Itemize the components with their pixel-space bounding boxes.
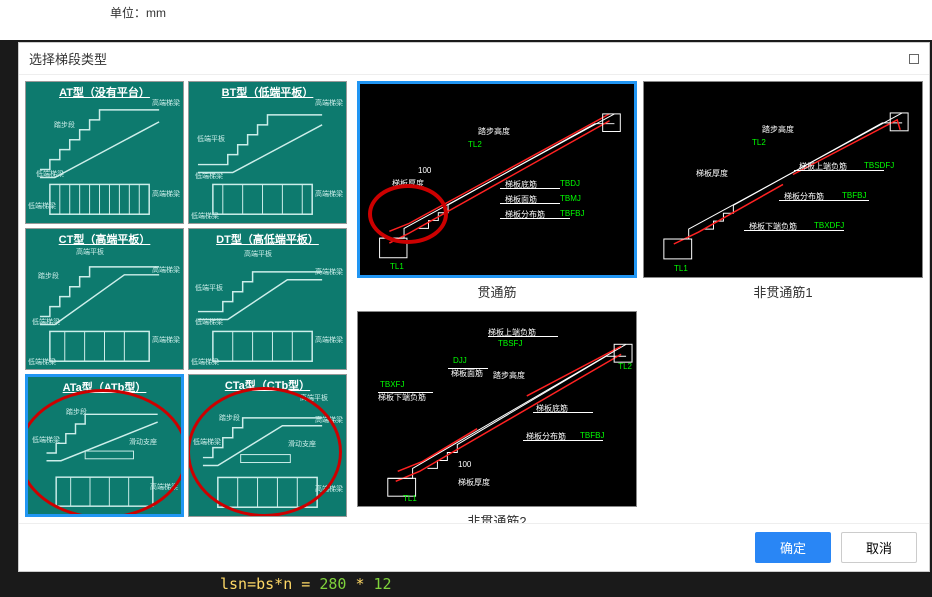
detail-label: 非贯通筋2 [463,507,530,523]
maximize-icon[interactable] [909,54,919,64]
card-title: CTa型（CTb型） [189,375,346,395]
stair-type-ct[interactable]: CT型（高端平板） 高端平板 踏步段 高端梯梁 低端梯梁 低端梯梁 高端梯梁 [25,228,184,371]
stair-sketch-dt [193,247,342,366]
stair-type-dt[interactable]: DT型（高低端平板） 高端平板 低端平板 高端梯梁 低端梯梁 低端梯梁 高端梯梁 [188,228,347,371]
detail-non-through-2[interactable]: 梯板上端负筋 TBSFJ DJJ 梯板面筋 踏步高度 TBXFJ 梯板下端负筋 … [357,311,637,523]
stair-type-grid: AT型（没有平台） 高端梯梁 踏步段 低端梯梁 低端梯梁 高端梯梁 [25,81,347,517]
stair-sketch-cta [193,393,342,512]
background-toolbar: 单位：mm [0,0,932,40]
stair-sketch-ata [32,395,177,511]
detail-svg [358,312,636,506]
card-title: DT型（高低端平板） [189,229,346,249]
select-stair-type-dialog: 选择梯段类型 AT型（没有平台） 高端梯梁 踏步段 低端梯 [18,42,930,572]
detail-non-through-1[interactable]: 踏步高度 TL2 梯板厚度 梯板上端负筋 TBSDFJ 梯板分布筋 TBFBJ … [643,81,923,305]
detail-diagram: 梯板上端负筋 TBSFJ DJJ 梯板面筋 踏步高度 TBXFJ 梯板下端负筋 … [357,311,637,507]
detail-label: 非贯通筋1 [749,278,816,305]
detail-svg [644,82,922,277]
detail-diagram: 踏步高度 TL2 梯板厚度 梯板上端负筋 TBSDFJ 梯板分布筋 TBFBJ … [643,81,923,278]
code-line: lsn=bs*n = 280 * 12 [220,575,392,593]
dialog-footer: 确定 取消 [19,523,929,571]
card-title: CT型（高端平板） [26,229,183,249]
ok-button[interactable]: 确定 [755,532,831,563]
detail-through-rebar[interactable]: 踏步高度 TL2 100 梯板厚度 梯板底筋 TBDJ 梯板面筋 TBMJ 梯板… [357,81,637,305]
stair-type-cta[interactable]: CTa型（CTb型） 高端平板 踏步段 高端梯梁 低端梯梁 滑动支座 高端梯梁 [188,374,347,517]
detail-diagram: 踏步高度 TL2 100 梯板厚度 梯板底筋 TBDJ 梯板面筋 TBMJ 梯板… [357,81,637,278]
stair-sketch-bt [193,100,342,219]
cancel-button[interactable]: 取消 [841,532,917,563]
dialog-title-text: 选择梯段类型 [29,49,107,68]
unit-label: 单位：mm [110,6,166,20]
stair-type-at[interactable]: AT型（没有平台） 高端梯梁 踏步段 低端梯梁 低端梯梁 高端梯梁 [25,81,184,224]
stair-type-ata[interactable]: ATa型（ATb型） 踏步段 低端梯梁 滑动支座 高端梯梁 [25,374,184,517]
card-title: ATa型（ATb型） [28,377,181,397]
detail-label: 贯通筋 [473,278,520,305]
dialog-body: AT型（没有平台） 高端梯梁 踏步段 低端梯梁 低端梯梁 高端梯梁 [19,75,929,523]
detail-grid: 踏步高度 TL2 100 梯板厚度 梯板底筋 TBDJ 梯板面筋 TBMJ 梯板… [357,81,923,517]
stair-type-bt[interactable]: BT型（低端平板） 高端梯梁 低端平板 低端梯梁 低端梯梁 高端梯梁 [188,81,347,224]
dialog-titlebar: 选择梯段类型 [19,43,929,75]
